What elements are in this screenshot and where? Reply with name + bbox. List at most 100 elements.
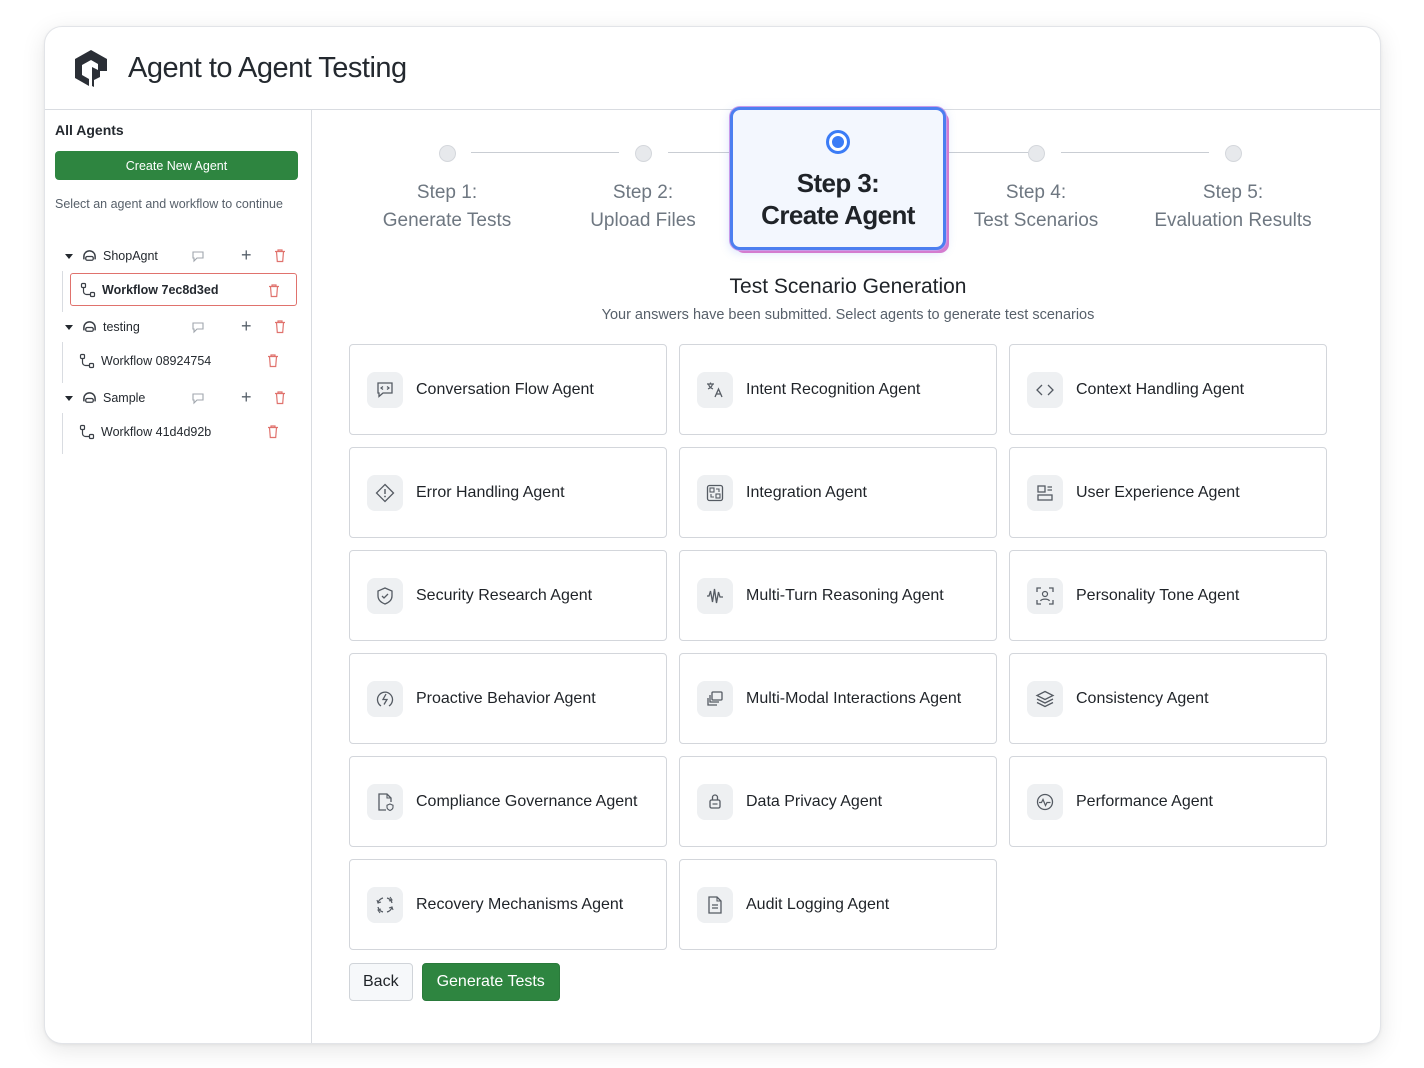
workflow-list: Workflow 7ec8d3ed [62,271,301,312]
layout-icon [1027,474,1063,511]
chevron-down-icon[interactable] [65,253,73,259]
trash-icon[interactable] [273,248,287,263]
step-label-line1: Step 5: [1202,182,1264,203]
agent-card[interactable]: Multi-Turn Reasoning Agent [679,550,997,641]
agent-card-label: User Experience Agent [1076,483,1240,501]
add-workflow-icon[interactable]: + [241,388,255,406]
agent-card[interactable]: Personality Tone Agent [1009,550,1327,641]
agent-card[interactable]: User Experience Agent [1009,447,1327,538]
agent-card-label: Data Privacy Agent [746,792,883,810]
layers-icon [1027,680,1063,717]
trash-icon[interactable] [273,390,287,405]
step-label-line1: Step 2: [612,182,674,203]
step-dot [438,145,456,162]
chat-icon[interactable] [191,249,205,263]
trash-icon[interactable] [266,424,280,439]
section-subtitle: Your answers have been submitted. Select… [601,307,1095,323]
agent-row-shopagnt[interactable]: ShopAgnt + [55,241,301,271]
step-2[interactable]: Step 2: Upload Files [543,145,743,235]
shield-check-icon [367,577,403,614]
agent-card-label: Proactive Behavior Agent [416,689,596,707]
app-title: Agent to Agent Testing [128,51,407,84]
agent-card-label: Recovery Mechanisms Agent [416,895,624,913]
agent-card-label: Error Handling Agent [416,483,565,501]
agent-card[interactable]: Recovery Mechanisms Agent [349,859,667,950]
workflow-item-selected[interactable]: Workflow 7ec8d3ed [70,273,297,306]
agent-card-label: Performance Agent [1076,792,1213,810]
stack-copy-icon [697,680,733,717]
waveform-icon [697,577,733,614]
step-dot [634,145,652,162]
add-workflow-icon[interactable]: + [241,317,255,335]
generate-tests-button[interactable]: Generate Tests [421,963,560,1001]
step-label-line1: Step 1: [416,182,478,203]
agent-tree: ShopAgnt + Workflow 7ec8d3ed testing + W… [55,241,301,454]
step-1[interactable]: Step 1: Generate Tests [347,145,547,235]
step-4[interactable]: Step 4: Test Scenarios [936,145,1136,235]
agent-card[interactable]: Security Research Agent [349,550,667,641]
bolt-circle-icon [367,680,403,717]
agent-card[interactable]: Conversation Flow Agent [349,344,667,435]
workflow-list: Workflow 08924754 [62,342,301,383]
agent-card-label: Consistency Agent [1076,689,1209,707]
agent-card[interactable]: Multi-Modal Interactions Agent [679,653,997,744]
agent-name: Sample [103,391,146,405]
agent-card[interactable]: Consistency Agent [1009,653,1327,744]
translate-icon [697,371,733,408]
action-bar: Back Generate Tests [349,963,560,1001]
file-shield-icon [367,783,403,820]
sidebar-title: All Agents [55,122,124,138]
chevron-down-icon[interactable] [65,324,73,330]
add-workflow-icon[interactable]: + [241,246,255,264]
file-list-icon [697,886,733,923]
workflow-name: Workflow 7ec8d3ed [102,282,219,297]
agent-card[interactable]: Performance Agent [1009,756,1327,847]
chat-icon[interactable] [191,320,205,334]
step-label-line2: Upload Files [590,210,696,231]
back-button[interactable]: Back [349,963,413,1001]
agent-card-grid: Conversation Flow Agent Intent Recogniti… [349,344,1329,950]
step-label-line2: Create Agent [761,200,915,230]
create-new-agent-button[interactable]: Create New Agent [55,151,298,180]
activity-circle-icon [1027,783,1063,820]
workflow-icon [79,353,95,368]
step-3-active[interactable]: Step 3: Create Agent [730,107,946,250]
trash-icon[interactable] [267,283,281,298]
app-logo-icon [75,50,107,87]
workflow-item[interactable]: Workflow 41d4d92b [70,415,297,448]
agent-row-testing[interactable]: testing + [55,312,301,342]
agent-card-label: Personality Tone Agent [1076,586,1240,604]
agent-row-sample[interactable]: Sample + [55,383,301,413]
agent-card-label: Context Handling Agent [1076,380,1245,398]
app-header: Agent to Agent Testing [45,27,1380,110]
step-5[interactable]: Step 5: Evaluation Results [1133,145,1333,235]
workflow-name: Workflow 08924754 [101,353,212,368]
workflow-item[interactable]: Workflow 08924754 [70,344,297,377]
trash-icon[interactable] [266,353,280,368]
agent-card-label: Multi-Turn Reasoning Agent [746,586,944,604]
chevron-down-icon[interactable] [65,395,73,401]
refresh-arrows-icon [367,886,403,923]
code-brackets-icon [1027,371,1063,408]
agent-card-label: Conversation Flow Agent [416,380,594,398]
step-label-line2: Evaluation Results [1154,210,1312,231]
agent-card[interactable]: Compliance Governance Agent [349,756,667,847]
step-label-line2: Generate Tests [382,210,512,231]
agent-card[interactable]: Context Handling Agent [1009,344,1327,435]
step-dot [1027,145,1045,162]
agent-card[interactable]: Integration Agent [679,447,997,538]
step-label-line2: Test Scenarios [973,210,1099,231]
chat-icon[interactable] [191,391,205,405]
workflow-list: Workflow 41d4d92b [62,413,301,454]
agent-card[interactable]: Audit Logging Agent [679,859,997,950]
agent-card[interactable]: Intent Recognition Agent [679,344,997,435]
step-label-line1: Step 3: [796,168,880,198]
agent-card-label: Intent Recognition Agent [746,380,921,398]
warning-diamond-icon [367,474,403,511]
agent-card[interactable]: Data Privacy Agent [679,756,997,847]
agent-card[interactable]: Error Handling Agent [349,447,667,538]
agent-card[interactable]: Proactive Behavior Agent [349,653,667,744]
main-panel: Step 1: Generate Tests Step 2: Upload Fi… [313,107,1380,1043]
trash-icon[interactable] [273,319,287,334]
workflow-name: Workflow 41d4d92b [101,424,212,439]
